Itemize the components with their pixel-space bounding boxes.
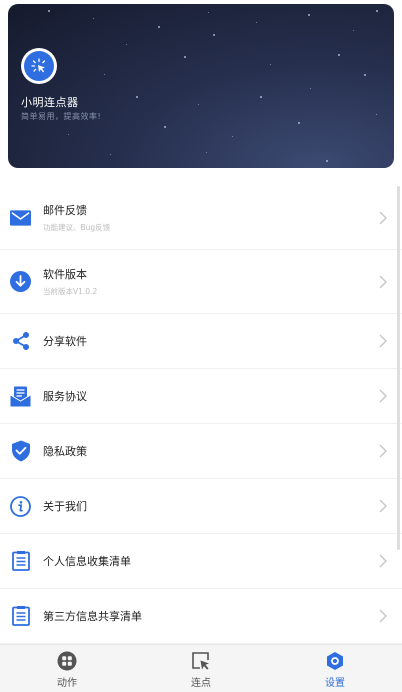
settings-menu: 邮件反馈 功能建议、Bug反馈 软件版本 当前版本V1.0.2 分享软件 服务协… xyxy=(0,186,402,644)
chevron-right-icon xyxy=(379,334,387,348)
download-icon xyxy=(10,271,31,292)
share-icon xyxy=(10,331,31,352)
list-icon xyxy=(10,606,31,627)
menu-label: 个人信息收集清单 xyxy=(43,555,131,568)
menu-label: 隐私政策 xyxy=(43,445,87,458)
chevron-right-icon xyxy=(379,554,387,568)
mail-icon xyxy=(10,207,31,228)
app-name: 小明连点器 xyxy=(21,96,79,109)
apps-icon xyxy=(57,651,77,671)
menu-label: 关于我们 xyxy=(43,500,87,513)
scrollbar[interactable] xyxy=(397,186,400,550)
menu-sublabel: 当前版本V1.0.2 xyxy=(43,287,98,296)
chevron-right-icon xyxy=(379,609,387,623)
menu-item-software-version[interactable]: 软件版本 当前版本V1.0.2 xyxy=(0,250,402,314)
cursor-click-icon xyxy=(31,58,46,73)
app-logo xyxy=(21,48,57,84)
tab-label: 设置 xyxy=(325,677,345,689)
shield-icon xyxy=(10,440,31,462)
tab-clicker[interactable]: 连点 xyxy=(134,645,268,692)
chevron-right-icon xyxy=(379,444,387,458)
menu-item-about-us[interactable]: 关于我们 xyxy=(0,479,402,534)
menu-item-share[interactable]: 分享软件 xyxy=(0,314,402,369)
tab-settings[interactable]: 设置 xyxy=(268,645,402,692)
app-banner: 小明连点器 简单易用，提高效率! xyxy=(8,4,394,168)
chevron-right-icon xyxy=(379,275,387,288)
chevron-right-icon xyxy=(379,211,387,224)
chevron-right-icon xyxy=(379,499,387,513)
menu-item-privacy-policy[interactable]: 隐私政策 xyxy=(0,424,402,479)
settings-page: 小明连点器 简单易用，提高效率! 邮件反馈 功能建议、Bug反馈 软件版本 当前… xyxy=(0,0,402,692)
chevron-right-icon xyxy=(379,389,387,403)
menu-label: 邮件反馈 xyxy=(43,204,87,217)
bottom-nav: 动作 连点 设置 xyxy=(0,644,402,692)
menu-label: 分享软件 xyxy=(43,335,87,348)
list-icon xyxy=(10,551,31,572)
app-slogan: 简单易用，提高效率! xyxy=(21,112,102,121)
menu-label: 第三方信息共享清单 xyxy=(43,610,142,623)
menu-item-personal-info-list[interactable]: 个人信息收集清单 xyxy=(0,534,402,589)
tab-label: 动作 xyxy=(57,677,77,689)
settings-icon xyxy=(325,651,345,671)
menu-item-email-feedback[interactable]: 邮件反馈 功能建议、Bug反馈 xyxy=(0,186,402,250)
menu-item-service-agreement[interactable]: 服务协议 xyxy=(0,369,402,424)
tab-label: 连点 xyxy=(191,677,211,689)
menu-sublabel: 功能建议、Bug反馈 xyxy=(43,223,111,232)
cursor-click-icon xyxy=(191,651,211,671)
menu-label: 软件版本 xyxy=(43,268,87,281)
agreement-icon xyxy=(10,386,31,407)
menu-item-third-party-sharing-list[interactable]: 第三方信息共享清单 xyxy=(0,589,402,644)
tab-actions[interactable]: 动作 xyxy=(0,645,134,692)
menu-label: 服务协议 xyxy=(43,390,87,403)
info-icon xyxy=(10,495,31,517)
